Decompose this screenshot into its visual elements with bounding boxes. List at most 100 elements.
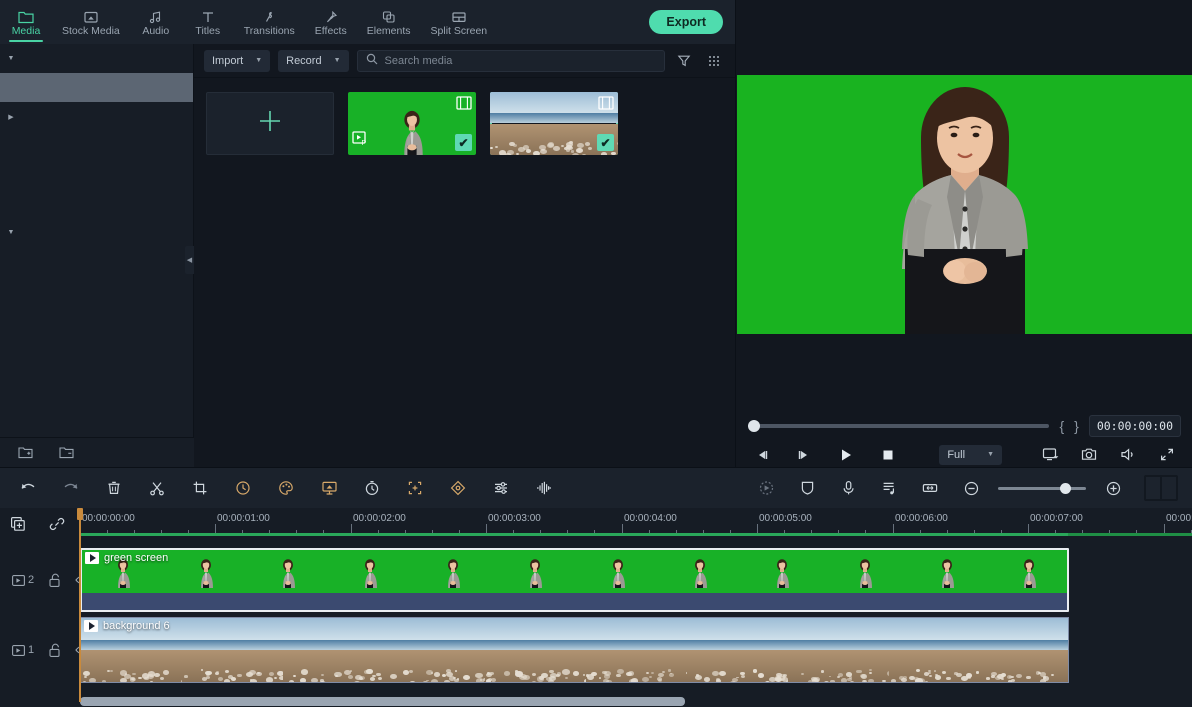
add-media-icon[interactable] (10, 516, 27, 532)
sidebar-collapse-button[interactable]: ◀ (185, 246, 194, 274)
zoom-in-icon[interactable] (1099, 474, 1127, 502)
link-icon[interactable] (49, 516, 65, 532)
timer-icon[interactable] (358, 474, 386, 502)
search-media-box[interactable] (357, 50, 665, 72)
media-thumbnail-green-screen[interactable]: P✔ (348, 92, 476, 155)
mask-icon[interactable] (793, 474, 821, 502)
prev-frame-button[interactable] (754, 448, 770, 462)
chevron-right-icon[interactable]: ▶ (0, 113, 22, 121)
sidebar-item-sample-color[interactable] (0, 131, 193, 160)
timeline-toolbar-right (752, 474, 1178, 502)
delete-icon[interactable] (100, 474, 128, 502)
timeline-toolbar (0, 467, 1192, 508)
scissors-icon[interactable] (143, 474, 171, 502)
sidebar-item-preset-templates[interactable]: ▼ (0, 218, 193, 247)
media-thumbnail-background-6[interactable]: ✔ (490, 92, 618, 155)
sidebar-item-all-templates[interactable] (0, 276, 193, 305)
preview-seek-slider[interactable] (748, 424, 1049, 428)
split-screen-icon (451, 7, 467, 24)
music-note-icon (148, 7, 164, 24)
nav-tab-effects[interactable]: Effects (305, 0, 357, 44)
nav-tab-media[interactable]: Media (0, 0, 52, 44)
timeline-zoom-slider[interactable] (998, 487, 1086, 490)
chevron-down-icon[interactable]: ▼ (0, 229, 22, 236)
clip-frame-thumbnail (889, 618, 990, 682)
timeline-clip-background-6[interactable]: background 6 (80, 617, 1069, 683)
ruler-tick-label: 00:00:03:00 (488, 513, 541, 524)
timeline-horizontal-scrollbar[interactable] (80, 697, 685, 706)
unlock-icon[interactable] (48, 573, 61, 588)
volume-button[interactable] (1120, 447, 1137, 462)
nav-tab-elements[interactable]: Elements (357, 0, 421, 44)
selected-check-badge[interactable]: ✔ (455, 134, 472, 151)
audio-mix-icon[interactable] (530, 474, 558, 502)
sidebar-item-sample-green-screen[interactable] (0, 189, 193, 218)
motion-tracking-icon[interactable] (752, 474, 780, 502)
display-settings-button[interactable] (1042, 447, 1059, 462)
marker-icon[interactable] (916, 474, 944, 502)
voiceover-icon[interactable] (834, 474, 862, 502)
keyframe-icon[interactable] (444, 474, 472, 502)
media-item-green-screen[interactable]: P✔ (348, 92, 476, 161)
preview-controls: Full ▼ (736, 442, 1192, 467)
import-button[interactable]: Import ▼ (204, 50, 270, 72)
play-button[interactable] (838, 447, 854, 463)
nav-tab-stock-media[interactable]: Stock Media (52, 0, 130, 44)
filter-funnel-icon[interactable] (673, 50, 695, 72)
timeline-zoom-handle[interactable] (1060, 483, 1071, 494)
preview-quality-select[interactable]: Full ▼ (939, 445, 1002, 465)
redo-icon[interactable] (57, 474, 85, 502)
preview-stage (736, 0, 1192, 410)
sidebar-item-shared-media[interactable]: ▶ (0, 102, 193, 131)
sidebar-item-custom[interactable] (0, 247, 193, 276)
timeline-ruler[interactable]: 00:00:00:0000:00:01:0000:00:02:0000:00:0… (0, 508, 1192, 539)
snapshot-button[interactable] (1081, 447, 1098, 462)
fullscreen-button[interactable] (1159, 447, 1175, 462)
clip-frame-thumbnail (990, 618, 1068, 682)
nav-tab-audio[interactable]: Audio (130, 0, 182, 44)
playhead-handle[interactable] (77, 508, 83, 520)
sidebar-item-sample-video[interactable] (0, 160, 193, 189)
color-palette-icon[interactable] (272, 474, 300, 502)
auto-beat-icon[interactable] (875, 474, 903, 502)
import-media-tile[interactable] (206, 92, 334, 155)
unlock-icon[interactable] (48, 643, 61, 658)
grid-view-icon[interactable] (703, 50, 725, 72)
clip-frame-thumbnail (576, 550, 658, 593)
ruler-tick-label: 00:00:05:00 (759, 513, 812, 524)
stop-button[interactable] (880, 447, 896, 463)
stock-media-icon (83, 7, 99, 24)
undo-icon[interactable] (14, 474, 42, 502)
zoom-out-icon[interactable] (957, 474, 985, 502)
mark-out-button[interactable]: } (1074, 418, 1079, 434)
media-item-background-6[interactable]: ✔ (490, 92, 618, 161)
adjust-sliders-icon[interactable] (487, 474, 515, 502)
nav-tab-titles[interactable]: Titles (182, 0, 234, 44)
playhead[interactable] (79, 508, 81, 702)
auto-reframe-icon[interactable] (401, 474, 429, 502)
selected-check-badge[interactable]: ✔ (597, 134, 614, 151)
preview-timecode[interactable]: 00:00:00:00 (1089, 415, 1181, 437)
preview-seek-handle[interactable] (748, 420, 760, 432)
clip-frame-thumbnail (906, 550, 988, 593)
track-2-index: 2 (28, 574, 34, 586)
record-button[interactable]: Record ▼ (278, 50, 348, 72)
next-frame-button[interactable] (796, 448, 812, 462)
new-folder-icon[interactable] (18, 446, 33, 459)
mark-in-button[interactable]: { (1059, 418, 1064, 434)
search-input[interactable] (385, 55, 656, 67)
crop-icon[interactable] (186, 474, 214, 502)
sidebar-item-project-media[interactable]: ▼ (0, 44, 193, 73)
render-preview-icon[interactable] (1144, 475, 1178, 501)
sidebar-item-folder[interactable] (0, 73, 193, 102)
media-item-import-media[interactable] (206, 92, 334, 161)
timeline-clip-green-screen[interactable]: green screen (80, 548, 1069, 612)
nav-tab-transitions[interactable]: Transitions (234, 0, 305, 44)
nav-tab-split-screen[interactable]: Split Screen (421, 0, 498, 44)
timeline-toolbar-left (14, 474, 558, 502)
speed-icon[interactable] (229, 474, 257, 502)
export-button[interactable]: Export (649, 10, 723, 34)
delete-folder-icon[interactable] (59, 446, 74, 459)
chevron-down-icon[interactable]: ▼ (0, 55, 22, 62)
green-screen-icon[interactable] (315, 474, 343, 502)
